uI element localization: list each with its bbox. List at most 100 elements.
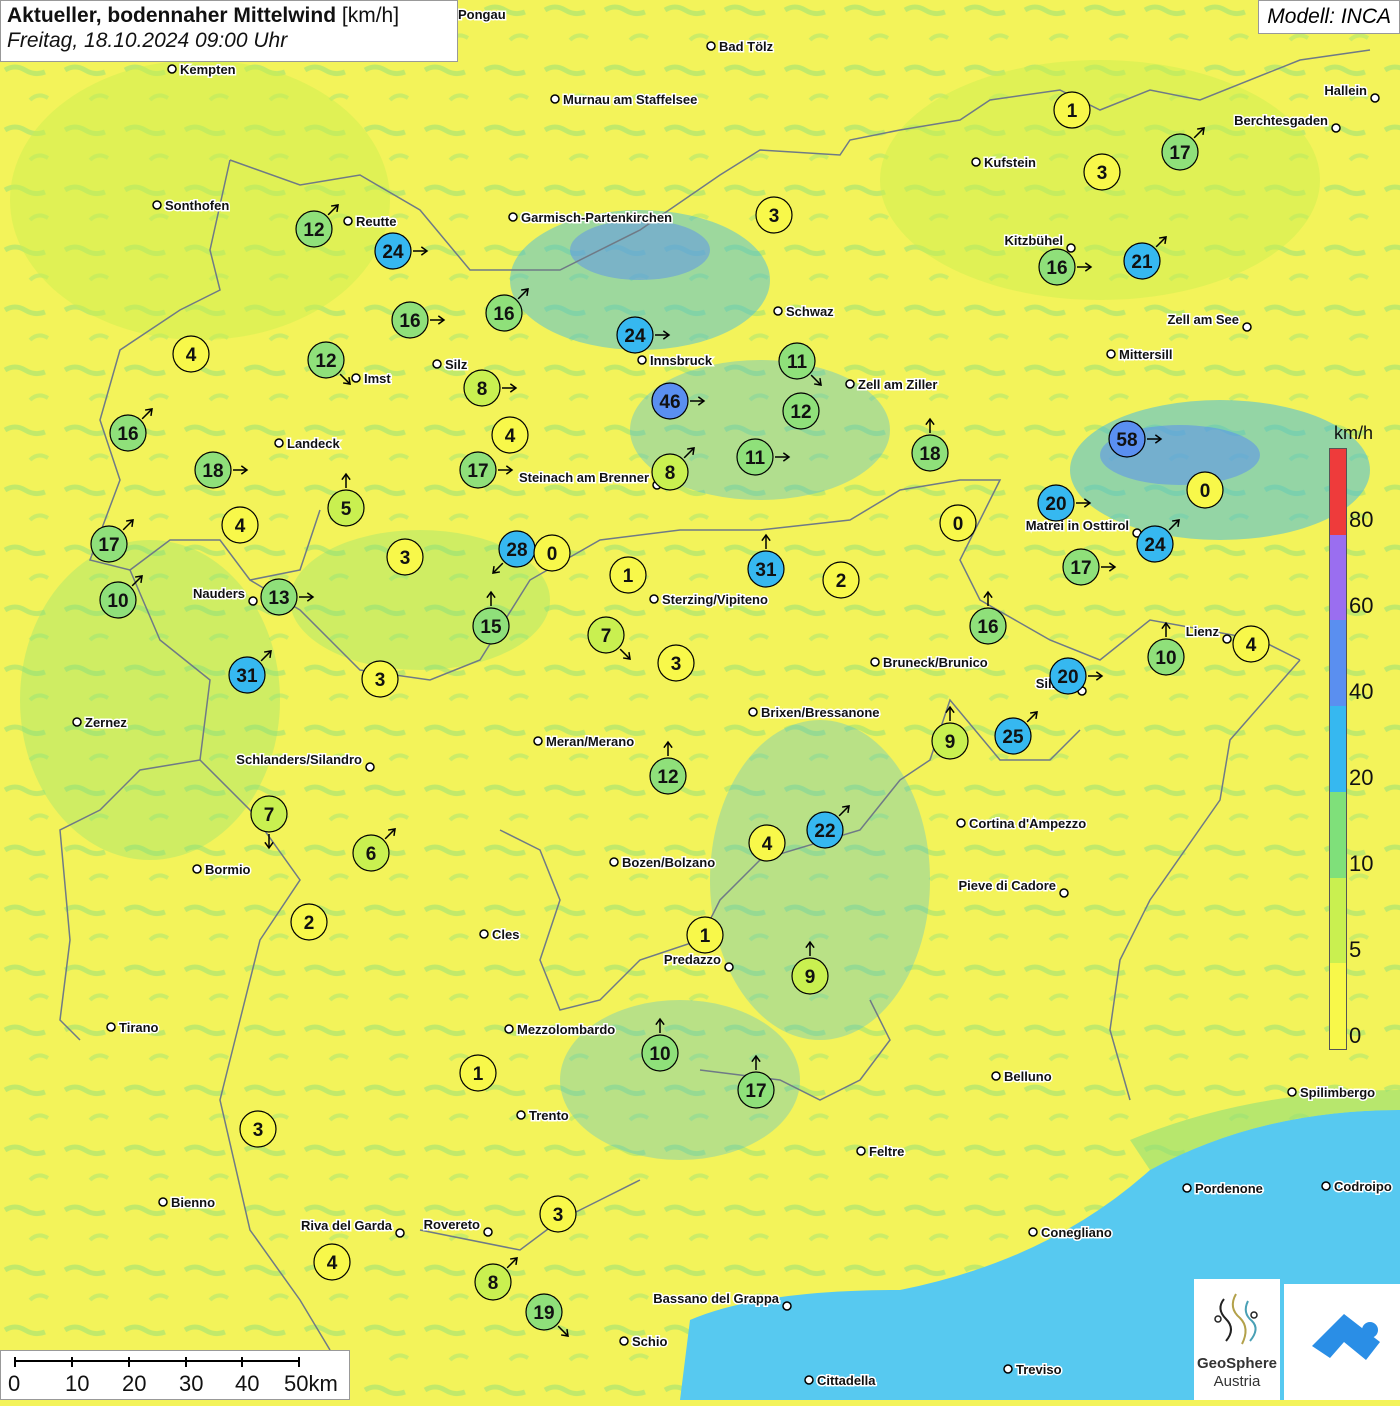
city-dot bbox=[1287, 1087, 1297, 1097]
city-label: Pieve di Cadore bbox=[958, 878, 1056, 893]
cloud-logo bbox=[1284, 1284, 1400, 1400]
wind-station: 12 bbox=[782, 392, 820, 430]
wind-station: 3 bbox=[1083, 153, 1121, 191]
city-dot bbox=[152, 200, 162, 210]
city-dot bbox=[773, 306, 783, 316]
city-dot bbox=[870, 657, 880, 667]
wind-value: 31 bbox=[236, 666, 258, 687]
wind-station: 1 bbox=[609, 556, 647, 594]
legend-colorbar bbox=[1329, 448, 1347, 1050]
city-label: Feltre bbox=[869, 1144, 904, 1159]
city-label: Cittadella bbox=[817, 1373, 876, 1388]
city-dot bbox=[1331, 123, 1341, 133]
wind-station: 1 bbox=[1053, 91, 1091, 129]
wind-station: 0 bbox=[533, 534, 571, 572]
city-label: Schwaz bbox=[786, 304, 834, 319]
wind-value: 18 bbox=[919, 444, 940, 465]
legend-swatch bbox=[1330, 620, 1346, 707]
city-dot bbox=[804, 1375, 814, 1385]
city-label: Bormio bbox=[205, 862, 251, 877]
city-dot bbox=[1059, 888, 1069, 898]
city-dot bbox=[365, 762, 375, 772]
city-dot bbox=[782, 1301, 792, 1311]
wind-value: 18 bbox=[202, 461, 223, 482]
wind-value: 7 bbox=[264, 805, 275, 826]
wind-value: 4 bbox=[186, 345, 197, 366]
logo-name: GeoSphere bbox=[1196, 1355, 1278, 1372]
city-label: Meran/Merano bbox=[546, 734, 634, 749]
city-dot bbox=[1370, 93, 1380, 103]
city-label: Imst bbox=[364, 371, 391, 386]
wind-value: 20 bbox=[1045, 494, 1066, 515]
city-dot bbox=[516, 1110, 526, 1120]
wind-value: 24 bbox=[1144, 535, 1166, 556]
scale-label: 10 bbox=[65, 1371, 90, 1396]
legend-swatch bbox=[1330, 791, 1346, 878]
city-label: Lienz bbox=[1186, 624, 1220, 639]
wind-value: 12 bbox=[657, 767, 678, 788]
wind-value: 19 bbox=[533, 1303, 554, 1324]
wind-value: 0 bbox=[953, 514, 964, 535]
city-label: Codroipo bbox=[1334, 1179, 1392, 1194]
city-dot bbox=[158, 1197, 168, 1207]
wind-value: 12 bbox=[303, 220, 324, 241]
map-datetime: Freitag, 18.10.2024 09:00 Uhr bbox=[7, 29, 288, 52]
city-brixen-bressanone: Brixen/Bressanone bbox=[748, 704, 881, 722]
wind-value: 9 bbox=[945, 732, 956, 753]
city-label: Landeck bbox=[287, 436, 341, 451]
wind-value: 24 bbox=[382, 242, 404, 263]
city-murnau-am-staffelsee: Murnau am Staffelsee bbox=[550, 91, 699, 109]
wind-value: 10 bbox=[1155, 648, 1176, 669]
city-label: Treviso bbox=[1016, 1362, 1062, 1377]
city-label: Belluno bbox=[1004, 1069, 1052, 1084]
wind-value: 46 bbox=[659, 392, 680, 413]
city-dot bbox=[192, 864, 202, 874]
wind-value: 10 bbox=[107, 591, 128, 612]
wind-value: 3 bbox=[769, 206, 780, 227]
wind-value: 8 bbox=[488, 1273, 499, 1294]
city-label: Cles bbox=[492, 927, 519, 942]
city-label: Zernez bbox=[85, 715, 127, 730]
city-dot bbox=[479, 929, 489, 939]
wind-value: 20 bbox=[1057, 667, 1078, 688]
legend-swatch bbox=[1330, 534, 1346, 621]
wind-value: 17 bbox=[1070, 558, 1091, 579]
wind-value: 17 bbox=[467, 461, 488, 482]
wind-value: 0 bbox=[547, 544, 558, 565]
city-dot bbox=[1106, 349, 1116, 359]
wind-value: 11 bbox=[745, 448, 766, 469]
wind-value: 4 bbox=[762, 834, 773, 855]
wind-station: 4 bbox=[1232, 625, 1270, 663]
city-label: Kempten bbox=[180, 62, 236, 77]
wind-value: 1 bbox=[700, 926, 711, 947]
wind-station: 0 bbox=[1186, 471, 1224, 509]
city-label: Matrei in Osttirol bbox=[1026, 518, 1129, 533]
city-pordenone: Pordenone bbox=[1182, 1180, 1264, 1198]
city-label: Berchtesgaden bbox=[1234, 113, 1328, 128]
wind-value: 21 bbox=[1131, 252, 1153, 273]
city-dot bbox=[483, 1227, 493, 1237]
city-label: Zell am Ziller bbox=[858, 377, 937, 392]
scale-label: 20 bbox=[122, 1371, 147, 1396]
city-label: Trento bbox=[529, 1108, 569, 1123]
wind-value: 4 bbox=[327, 1253, 338, 1274]
city-cortina-d-ampezzo: Cortina d'Ampezzo bbox=[956, 815, 1088, 833]
wind-station: 3 bbox=[386, 538, 424, 576]
wind-value: 3 bbox=[375, 670, 386, 691]
city-conegliano: Conegliano bbox=[1028, 1224, 1113, 1242]
city-bruneck-brunico: Bruneck/Brunico bbox=[870, 654, 989, 672]
city-dot bbox=[106, 1022, 116, 1032]
city-label: Steinach am Brenner bbox=[519, 470, 649, 485]
city-dot bbox=[248, 596, 258, 606]
wind-value: 31 bbox=[755, 560, 777, 581]
legend-swatch bbox=[1330, 963, 1346, 1050]
city-dot bbox=[724, 962, 734, 972]
wind-value: 4 bbox=[235, 516, 246, 537]
wind-station: 3 bbox=[539, 1195, 577, 1233]
city-label: Pordenone bbox=[1195, 1181, 1263, 1196]
city-dot bbox=[991, 1071, 1001, 1081]
wind-value: 16 bbox=[493, 304, 514, 325]
legend-swatch bbox=[1330, 706, 1346, 792]
city-label: Pongau bbox=[458, 7, 506, 22]
wind-value: 4 bbox=[1246, 635, 1257, 656]
